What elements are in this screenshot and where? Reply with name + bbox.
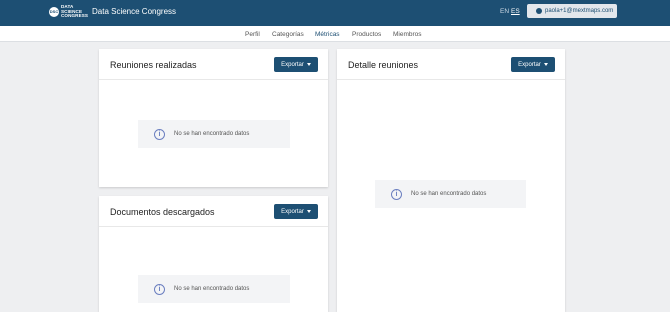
logo[interactable]: DSC DATA SCIENCE CONGRESS	[49, 4, 89, 19]
nav-item-categorias[interactable]: Categorías	[272, 31, 304, 38]
lang-es-link[interactable]: ES	[511, 8, 520, 15]
details-export-button[interactable]: Exportar	[511, 57, 555, 72]
nav-item-metricas[interactable]: Métricas	[315, 31, 340, 38]
app-title: Data Science Congress	[92, 7, 177, 16]
details-export-label: Exportar	[518, 61, 541, 68]
details-card-header: Detalle reuniones Exportar	[337, 49, 565, 80]
meetings-export-label: Exportar	[281, 61, 304, 68]
documents-empty-state: i No se han encontrado datos	[138, 275, 290, 303]
nav-item-miembros[interactable]: Miembros	[393, 31, 422, 38]
documents-export-button[interactable]: Exportar	[274, 204, 318, 219]
meetings-card: Reuniones realizadas Exportar i No se ha…	[99, 49, 328, 187]
meetings-empty-state: i No se han encontrado datos	[138, 120, 290, 148]
logo-badge: DSC	[49, 6, 59, 17]
logo-line-3: CONGRESS	[61, 13, 89, 19]
user-circle-icon	[536, 8, 542, 14]
nav-item-productos[interactable]: Productos	[352, 31, 381, 38]
meetings-card-header: Reuniones realizadas Exportar	[99, 49, 328, 80]
documents-export-label: Exportar	[281, 208, 304, 215]
caret-down-icon	[543, 63, 548, 66]
caret-down-icon	[306, 63, 311, 66]
meetings-export-button[interactable]: Exportar	[274, 57, 318, 72]
nav-bar: Perfil Categorías Métricas Productos Mie…	[0, 26, 670, 42]
info-circle-icon: i	[391, 188, 402, 200]
details-card-title: Detalle reuniones	[348, 60, 419, 70]
top-bar: DSC DATA SCIENCE CONGRESS Data Science C…	[0, 0, 670, 26]
caret-down-icon	[306, 210, 311, 213]
documents-card: Documentos descargados Exportar i No se …	[99, 196, 328, 312]
details-card: Detalle reuniones Exportar i No se han e…	[337, 49, 565, 312]
details-empty-text: No se han encontrado datos	[411, 191, 487, 197]
info-circle-icon: i	[154, 128, 165, 140]
user-menu-button[interactable]: paola+1@mextmaps.com	[527, 4, 617, 18]
lang-en-link[interactable]: EN	[500, 8, 509, 15]
details-empty-state: i No se han encontrado datos	[375, 180, 526, 208]
meetings-card-title: Reuniones realizadas	[110, 60, 197, 70]
nav-item-perfil[interactable]: Perfil	[245, 31, 260, 38]
documents-card-header: Documentos descargados Exportar	[99, 196, 328, 227]
meetings-empty-text: No se han encontrado datos	[174, 131, 250, 137]
documents-card-title: Documentos descargados	[110, 207, 215, 217]
logo-text: DATA SCIENCE CONGRESS	[61, 4, 89, 19]
user-email: paola+1@mextmaps.com	[545, 8, 614, 14]
documents-empty-text: No se han encontrado datos	[174, 286, 250, 292]
info-circle-icon: i	[154, 283, 165, 295]
